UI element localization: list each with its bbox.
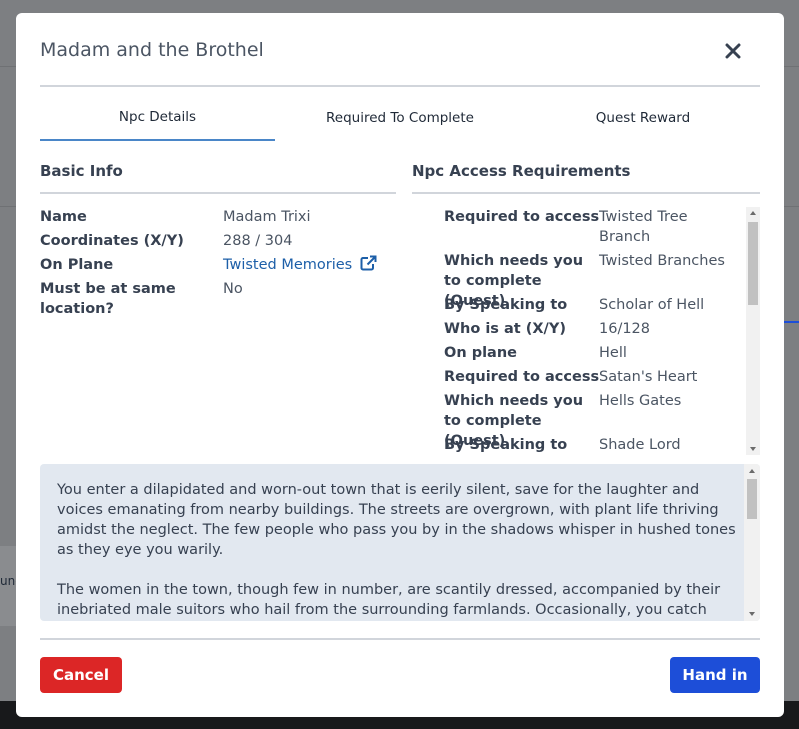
access-value: Twisted Tree Branch bbox=[599, 209, 688, 245]
same-location-value: No bbox=[223, 281, 243, 297]
access-value: 16/128 bbox=[599, 321, 651, 337]
scroll-up-arrow[interactable] bbox=[749, 469, 755, 473]
access-value: Hells Gates bbox=[599, 393, 682, 409]
description-paragraph: The women in the town, though few in num… bbox=[57, 582, 721, 618]
name-label: Name bbox=[40, 209, 87, 225]
plane-link-text: Twisted Memories bbox=[223, 257, 353, 273]
close-icon bbox=[725, 43, 741, 59]
modal-title: Madam and the Brothel bbox=[40, 39, 264, 61]
tab-quest-reward[interactable]: Quest Reward bbox=[528, 110, 758, 142]
close-button[interactable] bbox=[722, 40, 744, 62]
access-value: Shade Lord bbox=[599, 437, 681, 453]
basic-info-list: Name Madam Trixi Coordinates (X/Y) 288 /… bbox=[40, 207, 396, 327]
description-scrollbar-thumb[interactable] bbox=[747, 479, 757, 519]
header-divider bbox=[40, 85, 760, 87]
basic-info-heading: Basic Info bbox=[40, 162, 123, 180]
access-value: Satan's Heart bbox=[599, 369, 698, 385]
access-requirements-list[interactable]: Required to access Twisted Tree Branch W… bbox=[412, 207, 760, 455]
background-accent bbox=[784, 321, 799, 323]
plane-link[interactable]: Twisted Memories bbox=[223, 255, 377, 275]
basic-info-divider bbox=[40, 192, 396, 194]
same-location-label: Must be at same location? bbox=[40, 281, 176, 317]
quest-modal: Madam and the Brothel Npc Details Requir… bbox=[16, 13, 784, 717]
access-requirements-heading: Npc Access Requirements bbox=[412, 162, 631, 180]
tab-npc-details[interactable]: Npc Details bbox=[40, 109, 275, 141]
access-label: Required to access bbox=[444, 369, 600, 385]
footer-divider bbox=[40, 638, 760, 640]
access-value: Twisted Branches bbox=[599, 253, 725, 269]
external-link-icon bbox=[360, 255, 377, 271]
tab-required-to-complete[interactable]: Required To Complete bbox=[284, 110, 516, 142]
description-paragraph: You enter a dilapidated and worn-out tow… bbox=[57, 482, 736, 558]
hand-in-button[interactable]: Hand in bbox=[670, 657, 760, 693]
plane-label: On Plane bbox=[40, 257, 114, 273]
access-label: Who is at (X/Y) bbox=[444, 321, 566, 337]
access-requirements-divider bbox=[412, 192, 760, 194]
scroll-down-arrow[interactable] bbox=[749, 612, 755, 616]
access-scrollbar-thumb[interactable] bbox=[748, 222, 758, 305]
tab-label: Npc Details bbox=[118, 109, 197, 125]
access-label: On plane bbox=[444, 345, 517, 361]
name-value: Madam Trixi bbox=[223, 209, 311, 225]
access-label: Required to access bbox=[444, 209, 600, 225]
access-value: Scholar of Hell bbox=[599, 297, 705, 313]
access-label: By Speaking to bbox=[444, 297, 568, 313]
coordinates-value: 288 / 304 bbox=[223, 233, 293, 249]
cancel-button[interactable]: Cancel bbox=[40, 657, 122, 693]
quest-description[interactable]: You enter a dilapidated and worn-out tow… bbox=[40, 464, 760, 621]
scroll-up-arrow[interactable] bbox=[750, 211, 756, 215]
access-value: Hell bbox=[599, 345, 627, 361]
access-label: By Speaking to bbox=[444, 437, 568, 453]
scroll-down-arrow[interactable] bbox=[750, 447, 756, 451]
tab-label: Quest Reward bbox=[595, 110, 691, 126]
tab-label: Required To Complete bbox=[326, 110, 474, 126]
coordinates-label: Coordinates (X/Y) bbox=[40, 233, 184, 249]
